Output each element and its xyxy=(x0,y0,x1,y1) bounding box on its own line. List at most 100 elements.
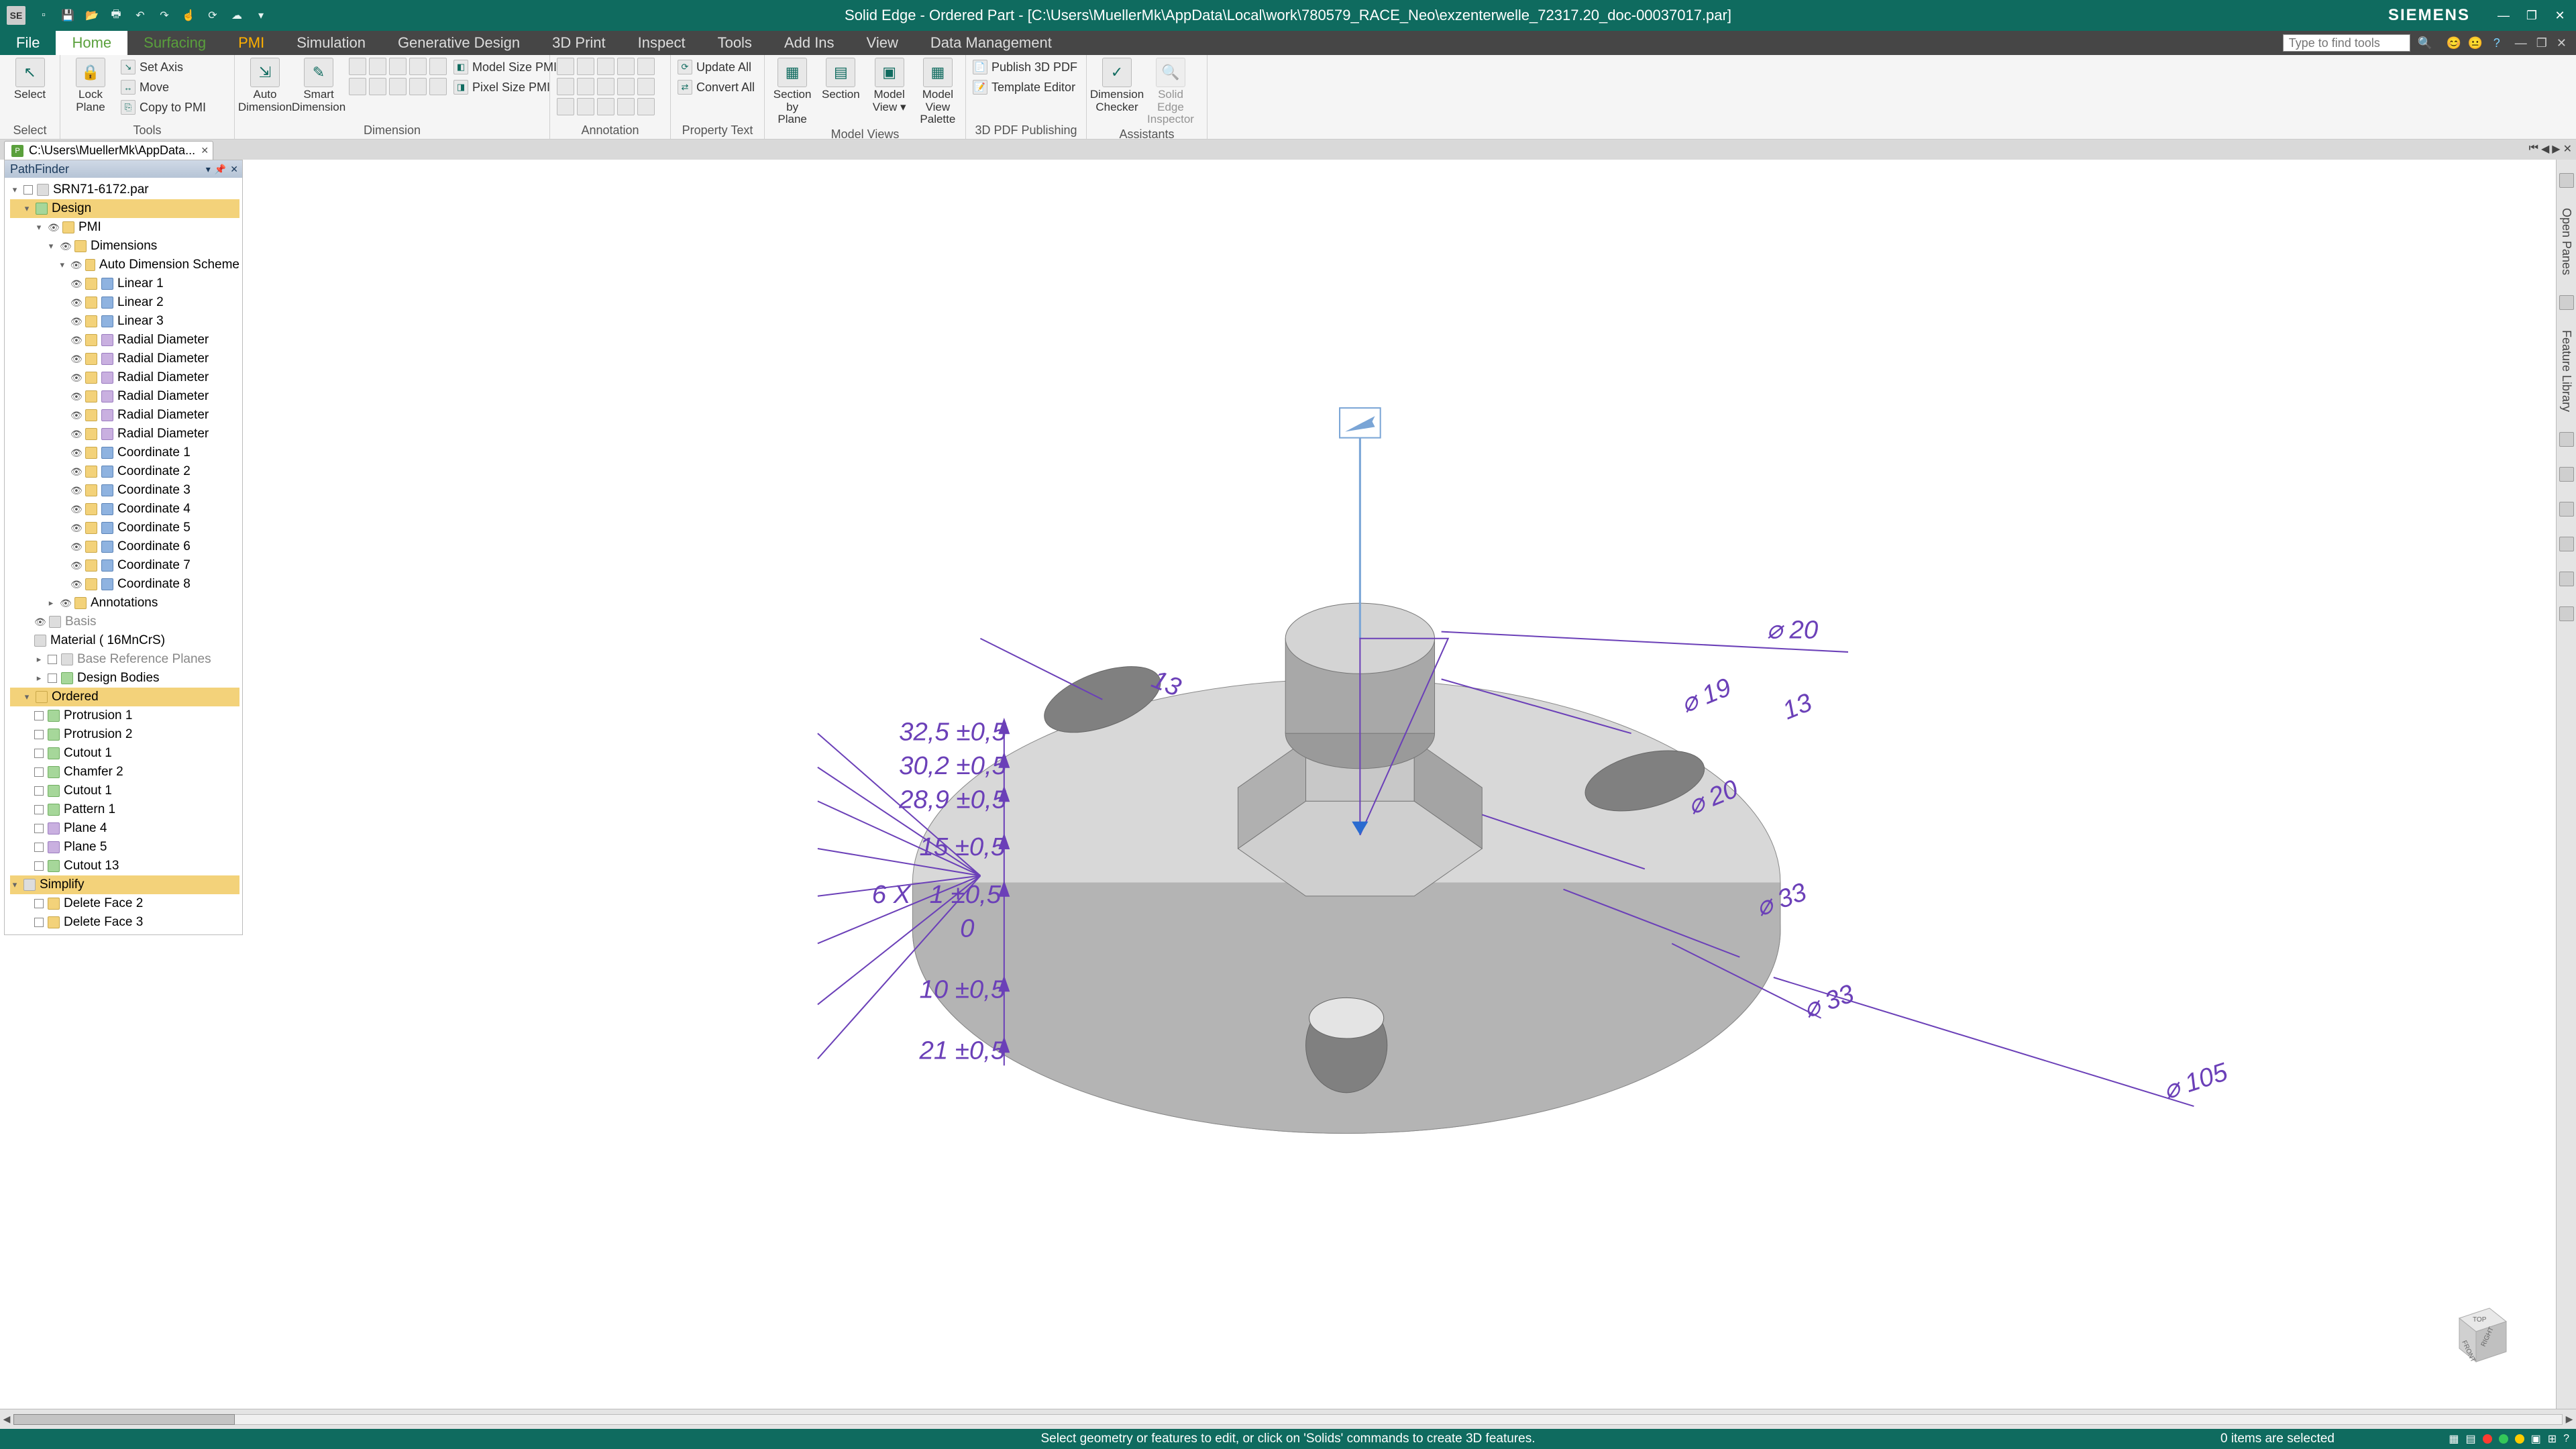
tree-item[interactable]: Delete Face 3 xyxy=(10,913,239,932)
qat-redo-icon[interactable]: ↷ xyxy=(157,8,172,23)
tree-item[interactable]: 👁Linear 2 xyxy=(10,293,239,312)
tree-base-ref[interactable]: ▸Base Reference Planes xyxy=(10,650,239,669)
status-icon[interactable]: ▤ xyxy=(2465,1432,2475,1446)
tree-root[interactable]: ▾SRN71-6172.par xyxy=(10,180,239,199)
tree-item[interactable]: Delete Face 2 xyxy=(10,894,239,913)
move-button[interactable]: ↔Move xyxy=(121,78,206,97)
tree-ordered[interactable]: ▾Ordered xyxy=(10,688,239,706)
qat-undo-icon[interactable]: ↶ xyxy=(133,8,148,23)
smart-dimension-button[interactable]: ✎Smart Dimension xyxy=(295,58,342,113)
tab-pmi[interactable]: PMI xyxy=(222,31,280,55)
qat-new-icon[interactable]: ▫ xyxy=(36,8,51,23)
dock-tab-open-panes[interactable]: Open Panes xyxy=(2559,208,2573,275)
tree-basis[interactable]: 👁Basis xyxy=(10,612,239,631)
tab-datamgmt[interactable]: Data Management xyxy=(914,31,1068,55)
tab-simulation[interactable]: Simulation xyxy=(280,31,382,55)
tree-item[interactable]: 👁Radial Diameter xyxy=(10,387,239,406)
qat-save-icon[interactable]: 💾 xyxy=(60,8,75,23)
tree-annotations[interactable]: ▸👁Annotations xyxy=(10,594,239,612)
tab-nav-next-icon[interactable]: ▶ xyxy=(2552,142,2560,156)
dock-icon[interactable] xyxy=(2559,606,2574,621)
tree-design[interactable]: ▾Design xyxy=(10,199,239,218)
set-axis-button[interactable]: ↘Set Axis xyxy=(121,58,206,76)
close-tab-icon[interactable]: ✕ xyxy=(201,145,209,156)
tree-dimensions[interactable]: ▾👁Dimensions xyxy=(10,237,239,256)
dim-label[interactable]: 28,9 ±0,5 xyxy=(898,785,1006,814)
dim-label[interactable]: 13 xyxy=(1778,688,1816,725)
tree-item[interactable]: 👁Radial Diameter xyxy=(10,331,239,350)
tree-item[interactable]: 👁Coordinate 5 xyxy=(10,519,239,537)
scroll-thumb[interactable] xyxy=(13,1414,235,1425)
tab-generative[interactable]: Generative Design xyxy=(382,31,536,55)
doc-restore-button[interactable]: ❐ xyxy=(2536,36,2547,50)
tree-item[interactable]: Cutout 1 xyxy=(10,782,239,800)
tree-material[interactable]: Material ( 16MnCrS) xyxy=(10,631,239,650)
tree-item[interactable]: 👁Radial Diameter xyxy=(10,425,239,443)
tree-item[interactable]: 👁Coordinate 1 xyxy=(10,443,239,462)
tree-item[interactable]: Protrusion 1 xyxy=(10,706,239,725)
document-tab[interactable]: P C:\Users\MuellerMk\AppData... ✕ xyxy=(4,141,213,160)
status-icon[interactable]: ⊞ xyxy=(2548,1432,2557,1446)
search-icon[interactable]: 🔍 xyxy=(2417,35,2433,51)
tree-item[interactable]: Cutout 1 xyxy=(10,744,239,763)
dock-icon[interactable] xyxy=(2559,432,2574,447)
tree-item[interactable]: 👁Linear 1 xyxy=(10,274,239,293)
tab-surfacing[interactable]: Surfacing xyxy=(127,31,222,55)
tree-item[interactable]: 👁Radial Diameter xyxy=(10,406,239,425)
status-dot-yellow[interactable] xyxy=(2515,1434,2524,1444)
smile-icon[interactable]: 😊 xyxy=(2447,36,2461,50)
close-button[interactable]: ✕ xyxy=(2552,7,2568,23)
select-button[interactable]: ↖Select xyxy=(7,58,53,101)
status-icon[interactable]: ▣ xyxy=(2531,1432,2541,1446)
dim-label[interactable]: 0 xyxy=(960,914,975,943)
tree-item[interactable]: 👁Coordinate 3 xyxy=(10,481,239,500)
model-view-palette-button[interactable]: ▦Model View Palette xyxy=(917,58,959,126)
auto-dimension-button[interactable]: ⇲Auto Dimension xyxy=(241,58,288,113)
pin-icon[interactable]: 📌 xyxy=(215,164,226,175)
tree-item[interactable]: 👁Linear 3 xyxy=(10,312,239,331)
tab-inspect[interactable]: Inspect xyxy=(622,31,702,55)
tree-pmi[interactable]: ▾👁PMI xyxy=(10,218,239,237)
dim-label[interactable]: 1 ±0,5 xyxy=(930,880,1002,909)
search-input[interactable] xyxy=(2283,34,2410,52)
tree-item[interactable]: Cutout 13 xyxy=(10,857,239,875)
tab-view[interactable]: View xyxy=(851,31,914,55)
help-icon[interactable]: ? xyxy=(2489,36,2504,50)
dock-icon[interactable] xyxy=(2559,502,2574,517)
restore-button[interactable]: ❐ xyxy=(2524,7,2540,23)
model-view-button[interactable]: ▣Model View ▾ xyxy=(869,58,910,113)
tree-item[interactable]: 👁Coordinate 6 xyxy=(10,537,239,556)
pixel-size-pmi-button[interactable]: ◨Pixel Size PMI xyxy=(453,78,557,97)
tab-tools[interactable]: Tools xyxy=(702,31,768,55)
status-dot-green[interactable] xyxy=(2499,1434,2508,1444)
dim-label[interactable]: ⌀ 105 xyxy=(2159,1057,2231,1105)
pathfinder-title-bar[interactable]: PathFinder ▾📌✕ xyxy=(5,160,242,178)
minimize-button[interactable]: — xyxy=(2496,7,2512,23)
dropdown-icon[interactable]: ▾ xyxy=(206,164,211,175)
dim-label[interactable]: ⌀ 20 xyxy=(1767,616,1819,645)
tree-simplify[interactable]: ▾Simplify xyxy=(10,875,239,894)
tab-3dprint[interactable]: 3D Print xyxy=(536,31,621,55)
tree-item[interactable]: Pattern 1 xyxy=(10,800,239,819)
qat-print-icon[interactable]: 🖶 xyxy=(109,8,123,23)
dim-label[interactable]: 10 ±0,5 xyxy=(919,975,1005,1004)
status-icon[interactable]: ? xyxy=(2563,1433,2569,1445)
doc-minimize-button[interactable]: — xyxy=(2515,36,2527,50)
dock-icon[interactable] xyxy=(2559,572,2574,586)
scroll-right-icon[interactable]: ▶ xyxy=(2563,1413,2576,1425)
tree-item[interactable]: 👁Radial Diameter xyxy=(10,350,239,368)
tree-item[interactable]: 👁Coordinate 7 xyxy=(10,556,239,575)
tab-addins[interactable]: Add Ins xyxy=(768,31,851,55)
qat-cloud-icon[interactable]: ☁ xyxy=(229,8,244,23)
qat-more-icon[interactable]: ▾ xyxy=(254,8,268,23)
tab-nav-close-icon[interactable]: ✕ xyxy=(2563,142,2572,156)
status-dot-red[interactable] xyxy=(2483,1434,2492,1444)
pathfinder-tree[interactable]: ▾SRN71-6172.par ▾Design ▾👁PMI ▾👁Dimensio… xyxy=(5,178,242,934)
tree-item[interactable]: Plane 4 xyxy=(10,819,239,838)
tree-item[interactable]: Protrusion 2 xyxy=(10,725,239,744)
qat-touch-icon[interactable]: ☝ xyxy=(181,8,196,23)
dimension-checker-button[interactable]: ✓Dimension Checker xyxy=(1093,58,1140,113)
copy-to-pmi-button[interactable]: ⎘Copy to PMI xyxy=(121,98,206,117)
annotation-tools-grid[interactable] xyxy=(557,58,655,115)
qat-sync-icon[interactable]: ⟳ xyxy=(205,8,220,23)
